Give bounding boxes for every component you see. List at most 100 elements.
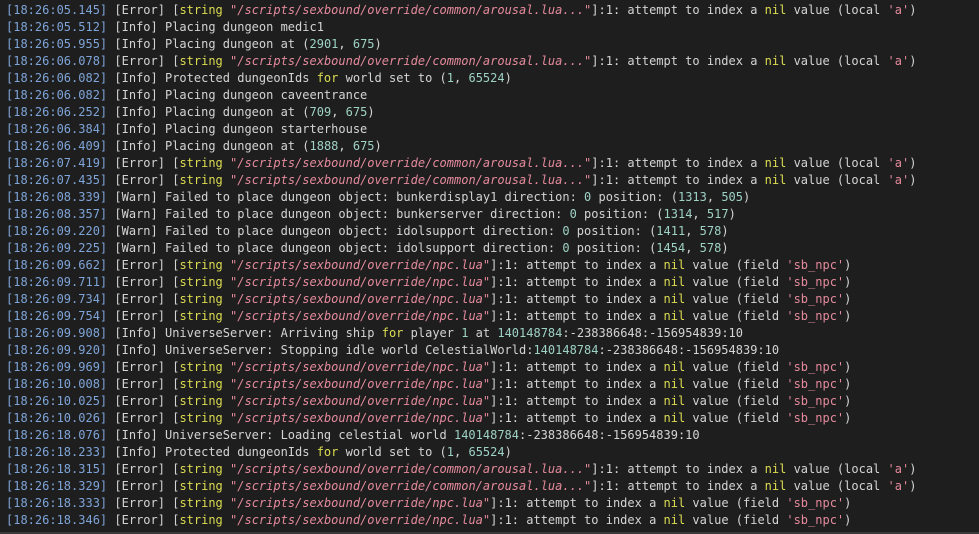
log-level: [Info] [114, 428, 158, 442]
log-level: [Error] [114, 309, 165, 323]
log-timestamp: [18:26:09.711] [6, 275, 108, 289]
log-level: [Info] [114, 445, 158, 459]
keyword: nil [764, 462, 787, 476]
quoted-name: 'sb_npc' [786, 377, 845, 391]
log-line: [18:26:18.333] [Error] [string "/scripts… [6, 496, 852, 510]
log-line: [18:26:09.662] [Error] [string "/scripts… [6, 258, 852, 272]
keyword: nil [764, 173, 787, 187]
quoted-name: 'sb_npc' [786, 513, 845, 527]
log-level: [Warn] [114, 207, 158, 221]
log-output[interactable]: [18:26:05.145] [Error] [string "/scripts… [0, 0, 979, 534]
keyword: string [179, 54, 223, 68]
keyword: string [179, 173, 223, 187]
script-path: "/scripts/sexbound/override/npc.lua" [230, 394, 491, 408]
quoted-name: 'a' [887, 156, 910, 170]
keyword: string [179, 292, 223, 306]
log-timestamp: [18:26:09.969] [6, 360, 108, 374]
keyword: string [179, 513, 223, 527]
log-line: [18:26:18.233] [Info] Protected dungeonI… [6, 445, 512, 459]
log-line: [18:26:09.969] [Error] [string "/scripts… [6, 360, 852, 374]
quoted-name: 'a' [887, 173, 910, 187]
log-line: [18:26:06.082] [Info] Protected dungeonI… [6, 71, 512, 85]
keyword: string [179, 3, 223, 17]
keyword: string [179, 462, 223, 476]
quoted-name: 'a' [887, 54, 910, 68]
log-timestamp: [18:26:06.409] [6, 139, 108, 153]
log-line: [18:26:09.920] [Info] UniverseServer: St… [6, 343, 780, 357]
log-level: [Error] [114, 377, 165, 391]
keyword: nil [663, 377, 686, 391]
keyword: nil [663, 411, 686, 425]
script-path: "/scripts/sexbound/override/common/arous… [230, 3, 592, 17]
script-path: "/scripts/sexbound/override/common/arous… [230, 173, 592, 187]
log-level: [Error] [114, 394, 165, 408]
script-path: "/scripts/sexbound/override/npc.lua" [230, 411, 491, 425]
keyword: nil [764, 479, 787, 493]
log-timestamp: [18:26:05.955] [6, 37, 108, 51]
log-level: [Info] [114, 122, 158, 136]
script-path: "/scripts/sexbound/override/common/arous… [230, 156, 592, 170]
log-level: [Error] [114, 513, 165, 527]
log-level: [Error] [114, 275, 165, 289]
log-message: Failed to place dungeon object: bunkerdi… [164, 190, 585, 204]
log-line: [18:26:07.419] [Error] [string "/scripts… [6, 156, 917, 170]
log-line: [18:26:06.078] [Error] [string "/scripts… [6, 54, 917, 68]
log-timestamp: [18:26:07.419] [6, 156, 108, 170]
log-message: Failed to place dungeon object: bunkerse… [164, 207, 570, 221]
keyword: string [179, 496, 223, 510]
log-timestamp: [18:26:18.233] [6, 445, 108, 459]
log-line: [18:26:10.025] [Error] [string "/scripts… [6, 394, 852, 408]
log-timestamp: [18:26:09.220] [6, 224, 108, 238]
log-timestamp: [18:26:10.008] [6, 377, 108, 391]
log-level: [Error] [114, 3, 165, 17]
log-line: [18:26:18.346] [Error] [string "/scripts… [6, 513, 852, 527]
keyword: nil [764, 54, 787, 68]
log-message: UniverseServer: Loading celestial world [164, 428, 454, 442]
log-timestamp: [18:26:09.908] [6, 326, 108, 340]
log-message: Placing dungeon at [164, 139, 303, 153]
log-message: Failed to place dungeon object: idolsupp… [164, 224, 563, 238]
script-path: "/scripts/sexbound/override/npc.lua" [230, 309, 491, 323]
keyword: nil [663, 394, 686, 408]
log-line: [18:26:09.734] [Error] [string "/scripts… [6, 292, 852, 306]
log-line: [18:26:18.076] [Info] UniverseServer: Lo… [6, 428, 700, 442]
log-level: [Info] [114, 105, 158, 119]
log-level: [Warn] [114, 190, 158, 204]
keyword: string [179, 258, 223, 272]
log-timestamp: [18:26:08.357] [6, 207, 108, 221]
keyword: nil [663, 258, 686, 272]
script-path: "/scripts/sexbound/override/npc.lua" [230, 513, 491, 527]
log-line: [18:26:09.908] [Info] UniverseServer: Ar… [6, 326, 744, 340]
script-path: "/scripts/sexbound/override/npc.lua" [230, 496, 491, 510]
log-timestamp: [18:26:06.082] [6, 71, 108, 85]
log-timestamp: [18:26:07.435] [6, 173, 108, 187]
keyword: nil [663, 292, 686, 306]
log-line: [18:26:07.435] [Error] [string "/scripts… [6, 173, 917, 187]
keyword: nil [663, 275, 686, 289]
quoted-name: 'a' [887, 3, 910, 17]
keyword: string [179, 360, 223, 374]
keyword: nil [663, 513, 686, 527]
log-level: [Error] [114, 292, 165, 306]
log-timestamp: [18:26:18.315] [6, 462, 108, 476]
script-path: "/scripts/sexbound/override/npc.lua" [230, 377, 491, 391]
log-line: [18:26:05.512] [Info] Placing dungeon me… [6, 19, 979, 36]
keyword: nil [663, 360, 686, 374]
log-message: Placing dungeon at [164, 105, 303, 119]
log-timestamp: [18:26:09.920] [6, 343, 108, 357]
log-message: Placing dungeon starterhouse [164, 122, 368, 136]
log-message: Placing dungeon at [164, 37, 303, 51]
log-line: [18:26:05.955] [Info] Placing dungeon at… [6, 37, 382, 51]
log-message: Placing dungeon medic1 [164, 20, 324, 34]
log-line: [18:26:09.754] [Error] [string "/scripts… [6, 309, 852, 323]
log-message: Protected dungeonIds [164, 445, 317, 459]
log-message: UniverseServer: Arriving ship [164, 326, 382, 340]
keyword: string [179, 479, 223, 493]
log-level: [Error] [114, 360, 165, 374]
log-level: [Error] [114, 496, 165, 510]
keyword: string [179, 275, 223, 289]
log-message: Protected dungeonIds [164, 71, 317, 85]
log-line: [18:26:09.225] [Warn] Failed to place du… [6, 241, 729, 255]
log-timestamp: [18:26:09.734] [6, 292, 108, 306]
log-line: [18:26:18.315] [Error] [string "/scripts… [6, 462, 917, 476]
